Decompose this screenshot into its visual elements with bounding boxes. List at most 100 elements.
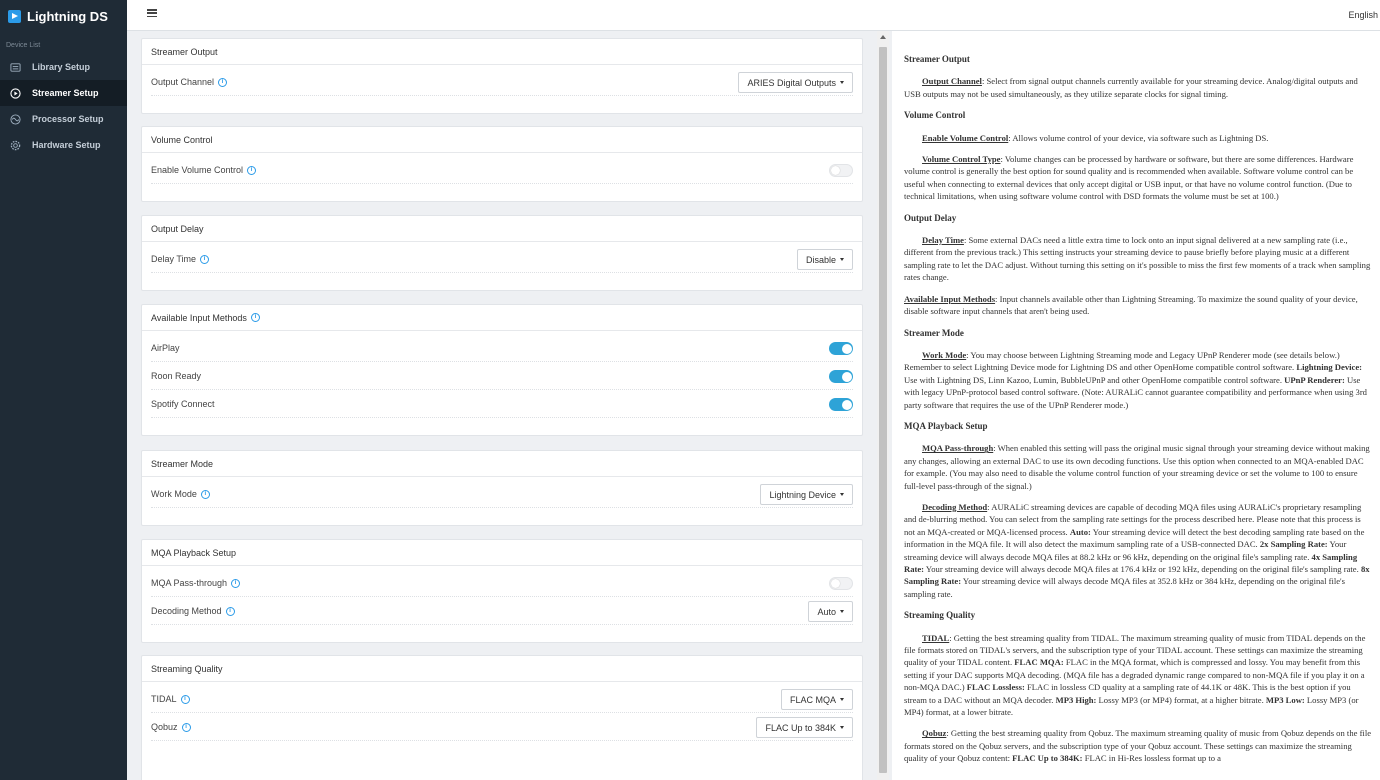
help-text: FLAC in Hi-Res lossless format up to a [1082,753,1221,764]
qobuz-row: Qobuz i FLAC Up to 384K [142,713,862,741]
help-heading: Streamer Output [904,54,970,64]
spotify-connect-toggle[interactable] [829,398,853,411]
sidebar-item-streamer-setup[interactable]: Streamer Setup [0,80,127,106]
sidebar-item-library-setup[interactable]: Library Setup [0,54,127,80]
output-channel-label: Output Channel [151,77,215,87]
panel-input-methods: Available Input Methods i AirPlay Roon Re… [141,304,863,436]
delay-time-label: Delay Time [151,254,197,264]
roon-ready-toggle[interactable] [829,370,853,383]
input-label: Spotify Connect [151,399,215,409]
help-heading: MQA Playback Setup [904,420,988,431]
help-term: Output Channel [922,76,982,87]
tidal-quality-dropdown[interactable]: FLAC MQA [780,689,853,710]
panel-title: Available Input Methods i [142,305,862,331]
help-panel: Streamer Output Output Channel: Select f… [892,31,1380,780]
help-term: 2x Sampling Rate: [1259,539,1328,550]
mqa-pass-label: MQA Pass-through [151,578,228,588]
help-text: Your streaming device will always decode… [924,564,1359,574]
panel-title: Volume Control [142,127,862,153]
help-term: FLAC Lossless: [966,682,1025,693]
language-selector[interactable]: English [1348,10,1378,20]
decoding-method-row: Decoding Method i Auto [142,597,862,625]
qobuz-label: Qobuz [151,722,178,732]
help-text: : Some external DACs need a little extra… [904,235,1371,283]
panel-volume-control: Volume Control Enable Volume Control i [141,126,863,202]
help-term: Work Mode [922,349,967,360]
output-channel-dropdown[interactable]: ARIES Digital Outputs [738,72,853,93]
input-label: AirPlay [151,343,180,353]
work-mode-label: Work Mode [151,489,197,499]
dropdown-value: ARIES Digital Outputs [747,77,836,88]
info-icon[interactable]: i [231,578,241,588]
info-icon[interactable]: i [181,722,191,732]
menu-icon[interactable] [147,9,157,18]
help-term: MP3 Low: [1265,694,1305,705]
caret-down-icon [840,81,844,84]
help-term: FLAC MQA: [1014,657,1064,668]
info-icon[interactable]: i [250,313,260,322]
airplay-toggle[interactable] [829,342,853,355]
input-row-airplay: AirPlay [142,334,862,362]
sidebar-item-hardware-setup[interactable]: Hardware Setup [0,132,127,158]
sidebar-item-label: Hardware Setup [32,140,101,150]
mqa-pass-row: MQA Pass-through i [142,569,862,597]
info-icon[interactable]: i [225,606,235,616]
help-paragraph: Delay Time: Some external DACs need a li… [904,234,1372,284]
help-paragraph: MQA Pass-through: When enabled this sett… [904,442,1372,492]
enable-volume-row: Enable Volume Control i [142,156,862,184]
help-term: Auto: [1069,526,1091,537]
settings-scrollbar[interactable] [877,31,889,780]
lightning-logo-icon [8,9,21,23]
dropdown-value: Auto [817,606,836,617]
help-term: MP3 High: [1055,694,1097,705]
processor-icon [10,113,21,125]
help-paragraph: Available Input Methods: Input channels … [904,293,1372,318]
help-paragraph: Enable Volume Control: Allows volume con… [904,132,1372,144]
dropdown-value: FLAC Up to 384K [765,722,836,733]
caret-down-icon [840,258,844,261]
app-brand: Lightning DS [0,0,127,32]
mqa-pass-toggle[interactable] [829,577,853,590]
caret-down-icon [840,610,844,613]
input-row-roon-ready: Roon Ready [142,362,862,390]
help-paragraph: Work Mode: You may choose between Lightn… [904,349,1372,411]
dropdown-value: Lightning Device [769,489,836,500]
help-term: UPnP Renderer: [1284,374,1345,385]
help-paragraph: Qobuz: Getting the best streaming qualit… [904,727,1372,764]
info-icon[interactable]: i [247,165,257,175]
enable-volume-toggle[interactable] [829,164,853,177]
dropdown-value: FLAC MQA [789,694,836,705]
help-term: TIDAL [922,632,950,643]
help-term: Qobuz [922,728,947,739]
help-paragraph: TIDAL: Getting the best streaming qualit… [904,632,1372,719]
input-label: Roon Ready [151,371,202,381]
sidebar-item-processor-setup[interactable]: Processor Setup [0,106,127,132]
settings-column: Streamer Output Output Channel i ARIES D… [127,31,877,780]
enable-volume-label: Enable Volume Control [151,165,244,175]
scroll-thumb[interactable] [879,47,887,773]
qobuz-quality-dropdown[interactable]: FLAC Up to 384K [756,717,853,738]
help-term: Decoding Method [922,501,988,512]
panel-streamer-mode: Streamer Mode Work Mode i Lightning Devi… [141,450,863,526]
info-icon[interactable]: i [180,694,190,704]
app-title: Lightning DS [27,8,108,24]
scroll-up-arrow-icon[interactable] [880,35,886,39]
tidal-row: TIDAL i FLAC MQA [142,685,862,713]
decoding-method-dropdown[interactable]: Auto [808,601,853,622]
sidebar-item-label: Library Setup [32,62,91,72]
help-text: : Allows volume control of your device, … [1008,132,1269,143]
panel-title: Streaming Quality [142,656,862,682]
panel-streamer-output: Streamer Output Output Channel i ARIES D… [141,38,863,114]
help-term: FLAC Up to 384K: [1012,753,1083,764]
library-icon [10,62,21,72]
dropdown-value: Disable [805,254,836,265]
panel-title: MQA Playback Setup [142,540,862,566]
help-term: Enable Volume Control [922,132,1009,143]
info-icon[interactable]: i [218,77,228,87]
panel-title: Streamer Output [142,39,862,65]
help-term: Delay Time [922,235,964,246]
info-icon[interactable]: i [200,254,210,264]
info-icon[interactable]: i [200,489,210,499]
work-mode-dropdown[interactable]: Lightning Device [760,484,853,505]
delay-time-dropdown[interactable]: Disable [796,249,853,270]
